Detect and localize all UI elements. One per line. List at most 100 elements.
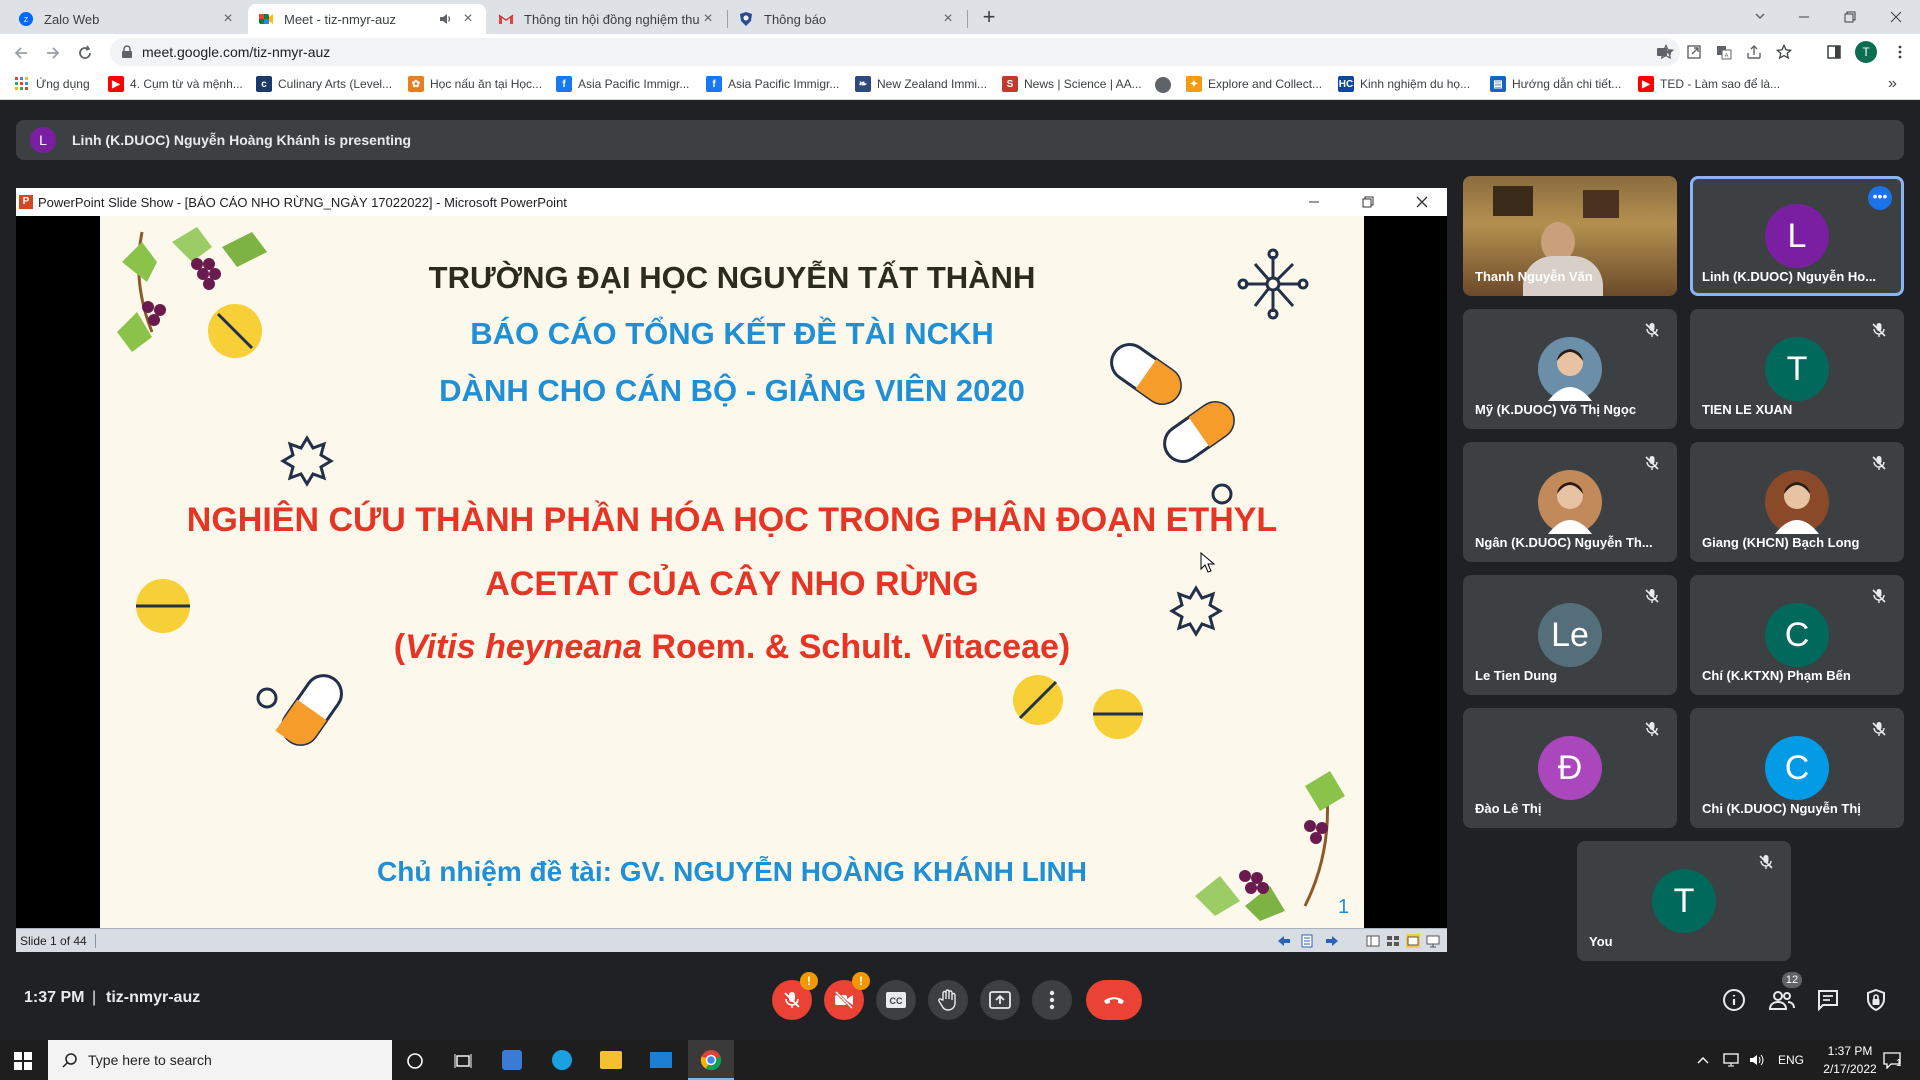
chrome-taskbar-button[interactable] bbox=[688, 1040, 734, 1080]
participant-tile[interactable]: C Chí (K.KTXN) Phạm Bến bbox=[1690, 575, 1904, 695]
profile-avatar[interactable]: T bbox=[1855, 41, 1877, 63]
bookmark-item[interactable]: ✿ Học nấu ăn tại Học... bbox=[408, 76, 542, 92]
facebook-icon: f bbox=[706, 76, 722, 92]
participant-tile[interactable]: Giang (KHCN) Bạch Long bbox=[1690, 442, 1904, 562]
minimize-icon[interactable] bbox=[1796, 9, 1812, 25]
star-icon[interactable] bbox=[1776, 44, 1792, 60]
back-arrow-icon[interactable] bbox=[12, 44, 30, 62]
microsoft-store-icon[interactable] bbox=[502, 1050, 522, 1070]
slide-sorter-icon[interactable] bbox=[1386, 934, 1400, 948]
bookmark-item[interactable]: HC Kinh nghiệm du họ... bbox=[1338, 76, 1470, 92]
tab-gmail[interactable]: Thông tin hội đồng nghiệm thu c × bbox=[488, 4, 726, 34]
raise-hand-button[interactable] bbox=[928, 980, 968, 1020]
bookmark-item[interactable]: ▤ Hướng dẫn chi tiết... bbox=[1490, 76, 1621, 92]
next-slide-icon[interactable] bbox=[1324, 933, 1340, 949]
tab-zalo[interactable]: Z Zalo Web × bbox=[8, 4, 246, 34]
more-bookmarks-button[interactable]: » bbox=[1888, 75, 1897, 93]
microphone-toggle-button[interactable]: ! bbox=[772, 972, 818, 1020]
previous-slide-icon[interactable] bbox=[1276, 933, 1292, 949]
windows-start-icon[interactable] bbox=[14, 1052, 32, 1070]
tab-audio-icon[interactable] bbox=[438, 12, 452, 26]
share-icon[interactable] bbox=[1746, 44, 1762, 60]
camera-toggle-button[interactable]: ! bbox=[824, 972, 870, 1020]
url-text[interactable]: meet.google.com/tiz-nmyr-auz bbox=[142, 44, 330, 60]
meeting-code[interactable]: tiz-nmyr-auz bbox=[106, 989, 200, 1007]
task-view-icon[interactable] bbox=[454, 1052, 472, 1070]
captions-button[interactable]: CC bbox=[876, 980, 916, 1020]
meeting-clock: 1:37 PM bbox=[24, 989, 85, 1006]
participant-name: Ngân (K.DUOC) Nguyễn Th... bbox=[1475, 535, 1653, 550]
starburst-icon bbox=[280, 435, 334, 487]
close-tab-icon[interactable]: × bbox=[700, 10, 716, 28]
bookmark-item[interactable]: ✦ Explore and Collect... bbox=[1186, 76, 1322, 92]
slideshow-view-icon[interactable] bbox=[1426, 934, 1440, 948]
mail-icon[interactable] bbox=[650, 1052, 672, 1068]
participant-tile[interactable]: Mỹ (K.DUOC) Võ Thị Ngọc bbox=[1463, 309, 1677, 429]
new-tab-button[interactable]: + bbox=[976, 4, 1002, 30]
more-options-button[interactable] bbox=[1032, 980, 1072, 1020]
lock-icon[interactable] bbox=[120, 45, 134, 59]
bookmark-item[interactable]: S News | Science | AA... bbox=[1002, 76, 1142, 92]
file-explorer-icon[interactable] bbox=[600, 1051, 622, 1069]
restore-icon[interactable] bbox=[1842, 9, 1858, 25]
participant-tile[interactable]: Đ Đào Lê Thị bbox=[1463, 708, 1677, 828]
bookmark-apps[interactable]: Ứng dụng bbox=[14, 76, 90, 92]
tab-thong-bao[interactable]: Thông báo × bbox=[728, 4, 966, 34]
chat-icon[interactable] bbox=[1816, 988, 1840, 1012]
camera-in-use-icon[interactable] bbox=[1656, 44, 1672, 60]
bookmark-item[interactable]: ▶ 4. Cụm từ và mệnh... bbox=[108, 76, 243, 92]
meeting-details-icon[interactable] bbox=[1722, 988, 1746, 1012]
address-bar[interactable]: meet.google.com/tiz-nmyr-auz bbox=[110, 38, 1680, 66]
reload-icon[interactable] bbox=[76, 44, 94, 62]
side-panel-icon[interactable] bbox=[1826, 44, 1842, 60]
more-options-icon[interactable]: ••• bbox=[1868, 186, 1892, 210]
close-tab-icon[interactable]: × bbox=[460, 10, 476, 28]
slide-menu-icon[interactable] bbox=[1300, 933, 1316, 949]
globe-icon[interactable] bbox=[1155, 77, 1171, 93]
participant-tile[interactable]: C Chi (K.DUOC) Nguyễn Thị bbox=[1690, 708, 1904, 828]
translate-icon[interactable]: A bbox=[1716, 44, 1732, 60]
forward-arrow-icon[interactable] bbox=[44, 44, 62, 62]
bookmark-item[interactable]: c Culinary Arts (Level... bbox=[256, 76, 392, 92]
normal-view-icon[interactable] bbox=[1366, 934, 1380, 948]
present-screen-icon bbox=[989, 991, 1011, 1009]
people-icon[interactable] bbox=[1768, 988, 1796, 1012]
raise-hand-icon bbox=[938, 989, 956, 1011]
guide-icon: ▤ bbox=[1490, 76, 1506, 92]
bookmark-item[interactable]: ❧ New Zealand Immi... bbox=[855, 76, 987, 92]
participant-tile[interactable]: Thanh Nguyễn Văn bbox=[1463, 176, 1677, 296]
taskbar-date[interactable]: 2/17/2022 bbox=[1816, 1062, 1884, 1076]
volume-icon[interactable] bbox=[1748, 1052, 1766, 1068]
bookmark-item[interactable]: ▶ TED - Làm sao để là... bbox=[1638, 76, 1780, 92]
participant-tile[interactable]: L Linh (K.DUOC) Nguyễn Ho... ••• bbox=[1690, 176, 1904, 296]
close-tab-icon[interactable]: × bbox=[940, 10, 956, 28]
cortana-icon[interactable] bbox=[406, 1052, 424, 1070]
bookmark-item[interactable]: f Asia Pacific Immigr... bbox=[706, 76, 839, 92]
tab-separator bbox=[967, 10, 968, 28]
leave-call-button[interactable] bbox=[1086, 980, 1142, 1020]
participant-tile[interactable]: Ngân (K.DUOC) Nguyễn Th... bbox=[1463, 442, 1677, 562]
network-icon[interactable] bbox=[1722, 1052, 1740, 1068]
language-indicator[interactable]: ENG bbox=[1778, 1053, 1804, 1067]
participant-tile[interactable]: Le Le Tien Dung bbox=[1463, 575, 1677, 695]
edge-browser-icon[interactable] bbox=[552, 1050, 572, 1070]
minimize-icon[interactable] bbox=[1306, 194, 1322, 210]
chevron-up-icon[interactable] bbox=[1696, 1054, 1710, 1066]
taskbar-clock[interactable]: 1:37 PM bbox=[1820, 1044, 1880, 1058]
open-in-app-icon[interactable] bbox=[1686, 44, 1702, 60]
taskbar-search-box[interactable]: Type here to search bbox=[48, 1040, 392, 1080]
tab-meet[interactable]: Meet - tiz-nmyr-auz × bbox=[248, 4, 486, 34]
restore-icon[interactable] bbox=[1360, 194, 1376, 210]
present-now-button[interactable] bbox=[980, 980, 1020, 1020]
bookmark-item[interactable]: f Asia Pacific Immigr... bbox=[556, 76, 689, 92]
host-controls-icon[interactable] bbox=[1864, 988, 1888, 1012]
shield-crest-icon bbox=[740, 12, 752, 26]
participant-tile[interactable]: T You bbox=[1577, 841, 1791, 961]
reading-view-icon[interactable] bbox=[1406, 934, 1420, 948]
participant-tile[interactable]: T TIEN LE XUAN bbox=[1690, 309, 1904, 429]
close-tab-icon[interactable]: × bbox=[220, 10, 236, 28]
kebab-menu-icon[interactable] bbox=[1892, 44, 1908, 60]
tab-search-icon[interactable] bbox=[1752, 8, 1768, 24]
close-window-icon[interactable] bbox=[1888, 9, 1904, 25]
close-icon[interactable] bbox=[1414, 194, 1430, 210]
